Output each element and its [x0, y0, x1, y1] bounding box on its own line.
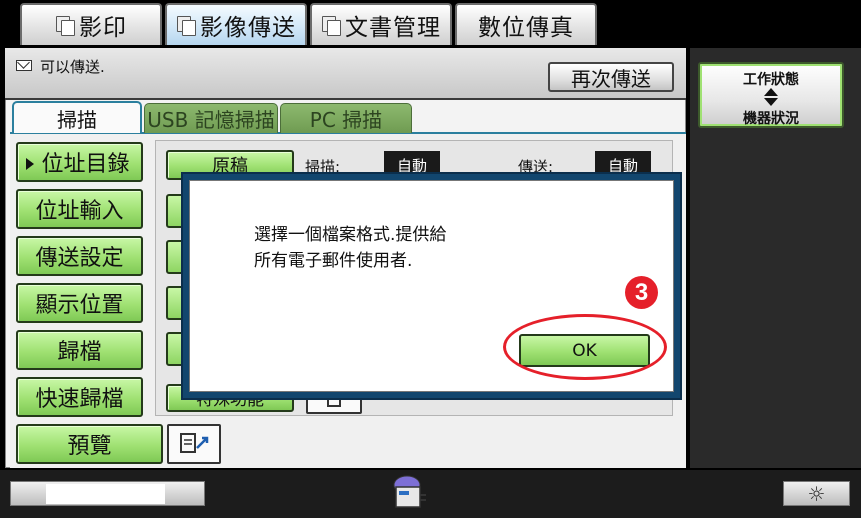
copy-icon — [55, 15, 75, 36]
tab-copy-label: 影印 — [79, 15, 127, 41]
resend-button[interactable]: 再次傳送 — [548, 62, 674, 92]
subtab-scan[interactable]: 掃描 — [12, 101, 142, 133]
tab-image-send-label: 影像傳送 — [200, 15, 296, 41]
brightness-icon: ☼ — [807, 481, 826, 506]
subtab-usb-scan[interactable]: USB 記憶掃描 — [144, 103, 278, 133]
play-arrow-icon — [26, 158, 34, 170]
send-settings-button[interactable]: 傳送設定 — [16, 236, 143, 276]
job-status-label: 工作狀態 — [743, 72, 799, 88]
preview-button[interactable]: 預覽 — [16, 424, 163, 464]
tab-digital-fax[interactable]: 數位傳真 — [455, 3, 597, 45]
status-message: 可以傳送. — [40, 58, 105, 76]
quick-file-button[interactable]: 快速歸檔 — [16, 377, 143, 417]
dialog-message: 選擇一個檔案格式.提供給 所有電子郵件使用者. — [254, 225, 447, 271]
address-entry-button[interactable]: 位址輸入 — [16, 189, 143, 229]
up-down-arrows-icon — [764, 88, 778, 106]
address-book-button[interactable]: 位址目錄 — [16, 142, 143, 182]
subtab-pc-scan[interactable]: PC 掃描 — [280, 103, 412, 133]
document-filing-icon — [321, 15, 341, 36]
tab-image-send[interactable]: 影像傳送 — [165, 3, 307, 45]
address-book-label: 位址目錄 — [41, 152, 130, 177]
tab-document-filing-label: 文書管理 — [345, 15, 441, 41]
tab-copy[interactable]: 影印 — [20, 3, 162, 45]
mail-icon — [16, 60, 32, 71]
preview-image-icon[interactable] — [167, 424, 221, 464]
file-button[interactable]: 歸檔 — [16, 330, 143, 370]
ok-highlight-ring — [503, 314, 667, 380]
tab-digital-fax-label: 數位傳真 — [478, 15, 574, 41]
tab-document-filing[interactable]: 文書管理 — [310, 3, 452, 45]
brightness-button[interactable]: ☼ — [783, 481, 850, 506]
step-number-badge: 3 — [625, 276, 658, 309]
image-send-icon — [176, 15, 196, 36]
job-status-button[interactable]: 工作狀態 機器狀況 — [698, 62, 844, 128]
bottom-left-display — [46, 484, 165, 504]
machine-status-label: 機器狀況 — [743, 111, 799, 127]
show-position-button[interactable]: 顯示位置 — [16, 283, 143, 323]
machine-icon[interactable] — [390, 473, 428, 513]
